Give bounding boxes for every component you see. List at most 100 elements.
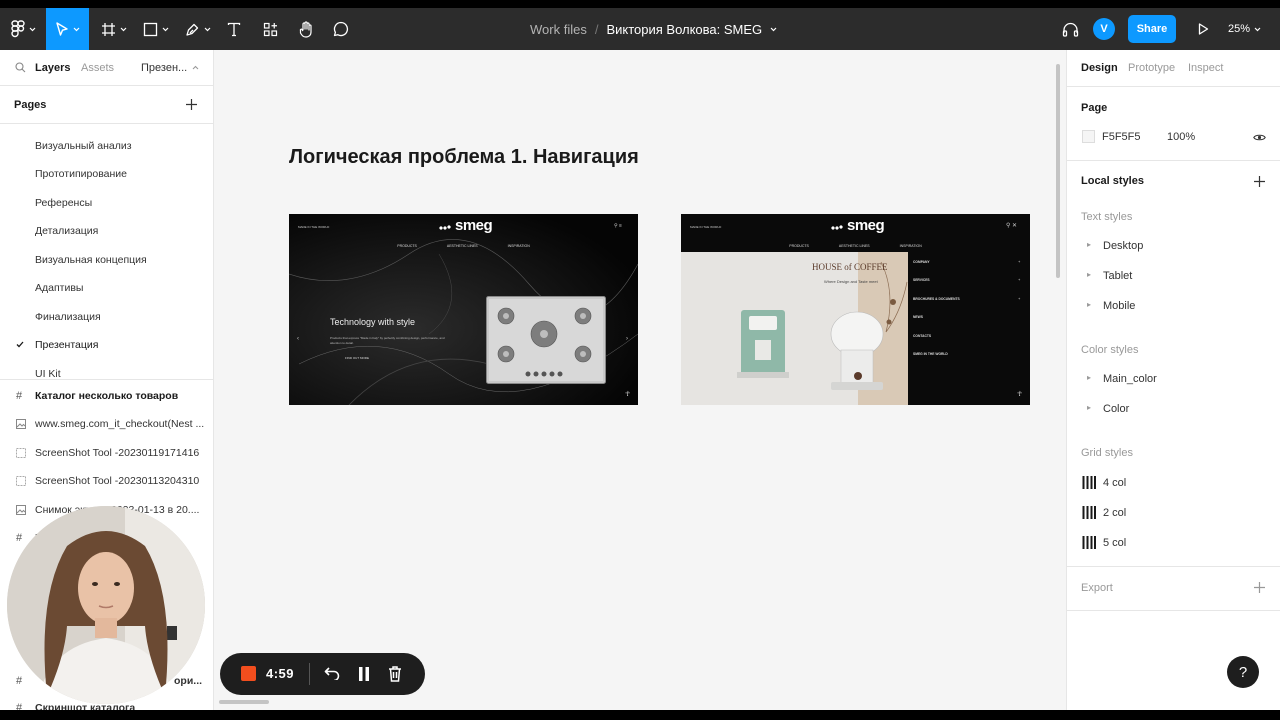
color-styles-label: Color styles: [1081, 344, 1139, 356]
help-button[interactable]: ?: [1227, 656, 1259, 688]
shape-tool-button[interactable]: [138, 8, 174, 50]
smeg-logo: smeg: [831, 217, 885, 234]
pen-tool-button[interactable]: [180, 8, 216, 50]
move-tool-button[interactable]: [46, 8, 89, 50]
page-item[interactable]: Визуальный анализ: [35, 140, 132, 152]
page-opacity-value[interactable]: 100%: [1167, 131, 1195, 143]
page-item[interactable]: Прототипирование: [35, 168, 127, 180]
menu-item: CONTACTS: [913, 334, 932, 338]
export-label: Export: [1081, 582, 1113, 594]
search-icon[interactable]: [15, 62, 26, 73]
divider: [309, 663, 310, 685]
frame-title[interactable]: Логическая проблема 1. Навигация: [289, 146, 639, 169]
tab-layers[interactable]: Layers: [35, 62, 70, 74]
resources-button[interactable]: [258, 8, 282, 50]
chevron-up-icon[interactable]: [192, 65, 199, 70]
color-style-item[interactable]: Color: [1103, 403, 1129, 415]
undo-icon[interactable]: [324, 667, 340, 680]
webcam-bubble[interactable]: [7, 506, 205, 704]
frame-icon: #: [16, 675, 23, 687]
tab-design[interactable]: Design: [1081, 62, 1118, 74]
dropdown-menu: COMPANY + SERVICES + BROCHURES & DOCUMEN…: [908, 252, 1030, 405]
caret-right-icon[interactable]: ▸: [1087, 240, 1091, 249]
hero-body: Products that express "Made in Italy" by…: [330, 336, 445, 345]
caret-right-icon[interactable]: ▸: [1087, 403, 1091, 412]
add-style-icon[interactable]: [1254, 176, 1265, 187]
pause-icon[interactable]: [358, 667, 370, 681]
canvas[interactable]: Логическая проблема 1. Навигация MADE IN…: [215, 50, 1066, 710]
frame-icon: #: [16, 702, 23, 710]
page-color-swatch[interactable]: [1082, 130, 1095, 143]
page-item-current[interactable]: Презентация: [35, 339, 98, 351]
file-name[interactable]: Виктория Волкова: SMEG: [606, 22, 762, 37]
audio-button[interactable]: [1058, 8, 1082, 50]
page-item[interactable]: Детализация: [35, 225, 98, 237]
caret-right-icon[interactable]: ▸: [1087, 270, 1091, 279]
smeg-screenshot-2[interactable]: MADE IN THE WORLD smeg ⚲ ✕ PRODUCTS AEST…: [681, 214, 1030, 405]
hand-tool-button[interactable]: [294, 8, 318, 50]
add-export-icon[interactable]: [1254, 582, 1265, 593]
page-item[interactable]: Референсы: [35, 197, 92, 209]
menu-item: SMEG IN THE WORLD: [913, 352, 948, 356]
layer-item[interactable]: ScreenShot Tool -20230113204310: [35, 475, 199, 487]
pages-label: Pages: [14, 99, 47, 111]
recording-controls: 4:59: [220, 653, 425, 695]
present-button[interactable]: [1192, 8, 1214, 50]
chevron-down-icon: [29, 27, 35, 31]
chevron-down-icon[interactable]: [770, 27, 777, 32]
horizontal-scrollbar[interactable]: [219, 700, 269, 704]
text-style-item[interactable]: Tablet: [1103, 270, 1132, 282]
stop-record-button[interactable]: [241, 666, 256, 681]
hero-title: HOUSE of COFFEE: [812, 262, 888, 272]
add-page-icon[interactable]: [186, 99, 197, 110]
menu-item: SERVICES: [913, 278, 930, 282]
left-panel-tabs: Layers Assets Презен...: [0, 50, 213, 86]
divider: [1067, 610, 1280, 611]
page-item[interactable]: UI Kit: [35, 368, 61, 380]
tab-prototype[interactable]: Prototype: [1128, 62, 1175, 74]
layer-item[interactable]: Скриншот каталога: [35, 702, 135, 710]
text-tool-button[interactable]: [222, 8, 246, 50]
grid-style-item[interactable]: 4 col: [1103, 477, 1126, 489]
caret-right-icon[interactable]: ▸: [1087, 300, 1091, 309]
top-left-text: MADE IN THE WORLD: [690, 225, 722, 229]
page-item[interactable]: Визуальная концепция: [35, 254, 147, 266]
smeg-screenshot-1[interactable]: MADE IN THE WORLD smeg ⚲ ≡ PRODUCTS AEST…: [289, 214, 638, 405]
page-item[interactable]: Финализация: [35, 311, 101, 323]
text-style-item[interactable]: Mobile: [1103, 300, 1135, 312]
nav-item: PRODUCTS: [789, 244, 809, 248]
page-color-value[interactable]: F5F5F5: [1102, 131, 1141, 143]
layer-item-partial[interactable]: ори...: [174, 675, 202, 687]
comment-tool-button[interactable]: [329, 8, 353, 50]
grid-style-item[interactable]: 5 col: [1103, 537, 1126, 549]
coffee-machines-image: [681, 252, 908, 405]
current-page-selector[interactable]: Презен...: [141, 62, 187, 74]
toolbar: Work files / Виктория Волкова: SMEG V Sh…: [0, 8, 1280, 50]
share-button[interactable]: Share: [1128, 15, 1176, 43]
image-icon: [16, 505, 26, 515]
layer-item[interactable]: www.smeg.com_it_checkout(Nest ...: [35, 418, 204, 430]
top-left-text: MADE IN THE WORLD: [298, 225, 330, 229]
nav-item: AESTHETIC LINES: [446, 244, 478, 248]
breadcrumb-folder[interactable]: Work files: [530, 22, 587, 37]
frame-tool-button[interactable]: [96, 8, 132, 50]
text-style-item[interactable]: Desktop: [1103, 240, 1143, 252]
image-icon: [16, 448, 26, 458]
trash-icon[interactable]: [388, 666, 402, 682]
zoom-value: 25%: [1228, 23, 1251, 35]
webcam-video: [7, 506, 205, 704]
avatar[interactable]: V: [1093, 18, 1115, 40]
color-style-item[interactable]: Main_color: [1103, 373, 1157, 385]
tab-assets[interactable]: Assets: [81, 62, 114, 74]
eye-icon[interactable]: [1253, 133, 1266, 142]
tab-inspect[interactable]: Inspect: [1188, 62, 1223, 74]
layer-item[interactable]: Каталог несколько товаров: [35, 390, 178, 402]
caret-right-icon[interactable]: ▸: [1087, 373, 1091, 382]
grid-style-item[interactable]: 2 col: [1103, 507, 1126, 519]
components-icon: [263, 22, 277, 36]
vertical-scrollbar[interactable]: [1056, 64, 1060, 278]
page-item[interactable]: Адаптивы: [35, 282, 83, 294]
zoom-dropdown[interactable]: 25%: [1228, 8, 1261, 50]
layer-item[interactable]: ScreenShot Tool -20230119171416: [35, 447, 199, 459]
main-menu-button[interactable]: [6, 8, 40, 50]
